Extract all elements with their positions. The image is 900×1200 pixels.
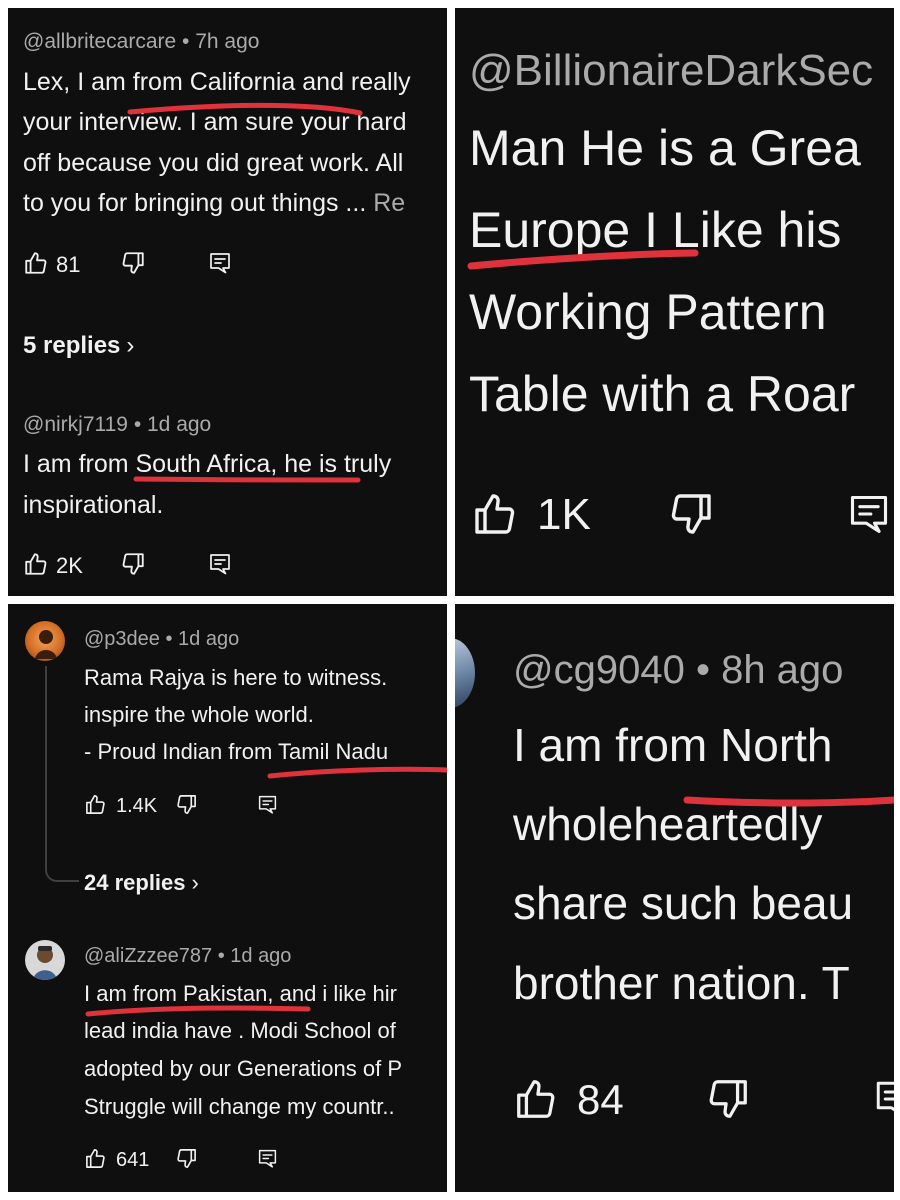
like-count: 641 (116, 1149, 150, 1171)
chevron-right-icon: › (191, 870, 199, 895)
panel-top-left: @allbritecarcare • 7h ago Lex, I am from… (8, 8, 447, 596)
reply-comment-icon[interactable] (847, 490, 891, 538)
thumbs-up-icon[interactable] (23, 551, 49, 577)
reply-comment-icon[interactable] (257, 1147, 278, 1170)
replies-toggle[interactable]: 24 replies › (84, 870, 199, 896)
avatar[interactable] (455, 638, 475, 708)
panel-bottom-right: @cg9040 • 8h ago I am from North wholehe… (455, 604, 894, 1192)
comment-text-line: inspirational. (23, 491, 164, 519)
thumbs-up-icon[interactable] (84, 793, 107, 816)
panel-bottom-left: @p3dee • 1d ago Rama Rajya is here to wi… (8, 604, 447, 1192)
comment-text-line: lead india have . Modi School of (84, 1018, 396, 1043)
comment-author-meta[interactable]: @BillionaireDarkSec (469, 46, 873, 96)
comment-text-line: Struggle will change my countr.. (84, 1094, 395, 1119)
like-count: 1.4K (116, 795, 158, 817)
avatar-figure-icon (33, 946, 57, 980)
comment-text-line: brother nation. T (513, 957, 850, 1009)
avatar[interactable] (25, 940, 65, 980)
comment-text-line: Lex, I am from California and really (23, 68, 411, 96)
thumbs-down-icon[interactable] (175, 793, 198, 816)
comment-text-line: - Proud Indian from Tamil Nadu (84, 739, 389, 764)
comment-author-meta[interactable]: @p3dee • 1d ago (84, 628, 239, 651)
comment-text-line: I am from Pakistan, and i like hir (84, 981, 398, 1006)
comment-text-line: off because you did great work. All (23, 149, 404, 177)
reply-comment-icon[interactable] (208, 551, 232, 577)
reply-comment-icon[interactable] (208, 250, 232, 276)
comment-author-meta[interactable]: @cg9040 • 8h ago (513, 648, 843, 693)
like-count: 2K (56, 553, 83, 578)
comment-text-line: share such beau (513, 877, 854, 929)
comment-text-line: Rama Rajya is here to witness. (84, 665, 388, 690)
thumbs-down-icon[interactable] (120, 250, 146, 276)
thumbs-down-icon[interactable] (705, 1076, 751, 1122)
comment-author-meta[interactable]: @allbritecarcare • 7h ago (23, 30, 259, 54)
comment-text-line: to you for bringing out things ... Re (23, 189, 405, 218)
thumbs-down-icon[interactable] (667, 490, 715, 538)
comment-text-line: Table with a Roar (469, 366, 856, 422)
like-count: 84 (577, 1076, 624, 1123)
panel-top-right: @BillionaireDarkSec Man He is a Grea Eur… (455, 8, 894, 596)
avatar-figure-icon (35, 630, 57, 659)
thumbs-up-icon[interactable] (513, 1076, 559, 1122)
replies-toggle[interactable]: 5 replies › (23, 332, 134, 360)
thumbs-down-icon[interactable] (120, 551, 146, 577)
comment-text-line: adopted by our Generations of P (84, 1056, 402, 1081)
chevron-right-icon: › (126, 332, 135, 359)
comment-text-span: to you for bringing out things ... (23, 189, 367, 217)
comment-text-line: your interview. I am sure your hard (23, 108, 407, 136)
comment-text-line: wholeheartedly (513, 798, 823, 850)
comment-text-line: Europe I Like his (469, 202, 842, 258)
thumbs-up-icon[interactable] (471, 490, 519, 538)
replies-count-label: 5 replies (23, 332, 121, 359)
comment-text-line: inspire the whole world. (84, 702, 314, 727)
like-count: 1K (537, 490, 591, 539)
thumbs-down-icon[interactable] (175, 1147, 198, 1170)
like-count: 81 (56, 252, 81, 277)
comment-author-meta[interactable]: @nirkj7119 • 1d ago (23, 413, 211, 437)
thumbs-up-icon[interactable] (84, 1147, 107, 1170)
replies-count-label: 24 replies (84, 870, 186, 895)
read-more-link[interactable]: Re (373, 189, 405, 217)
comment-text-line: I am from South Africa, he is truly (23, 450, 392, 478)
thumbs-up-icon[interactable] (23, 250, 49, 276)
comment-text-line: I am from North (513, 719, 833, 771)
comment-author-meta[interactable]: @aliZzzee787 • 1d ago (84, 945, 291, 968)
avatar[interactable] (25, 621, 65, 661)
comment-text-line: Man He is a Grea (469, 120, 861, 176)
reply-comment-icon[interactable] (257, 793, 278, 816)
comment-text-line: Working Pattern (469, 284, 827, 340)
thread-connector (45, 666, 79, 882)
reply-comment-icon[interactable] (873, 1076, 894, 1122)
